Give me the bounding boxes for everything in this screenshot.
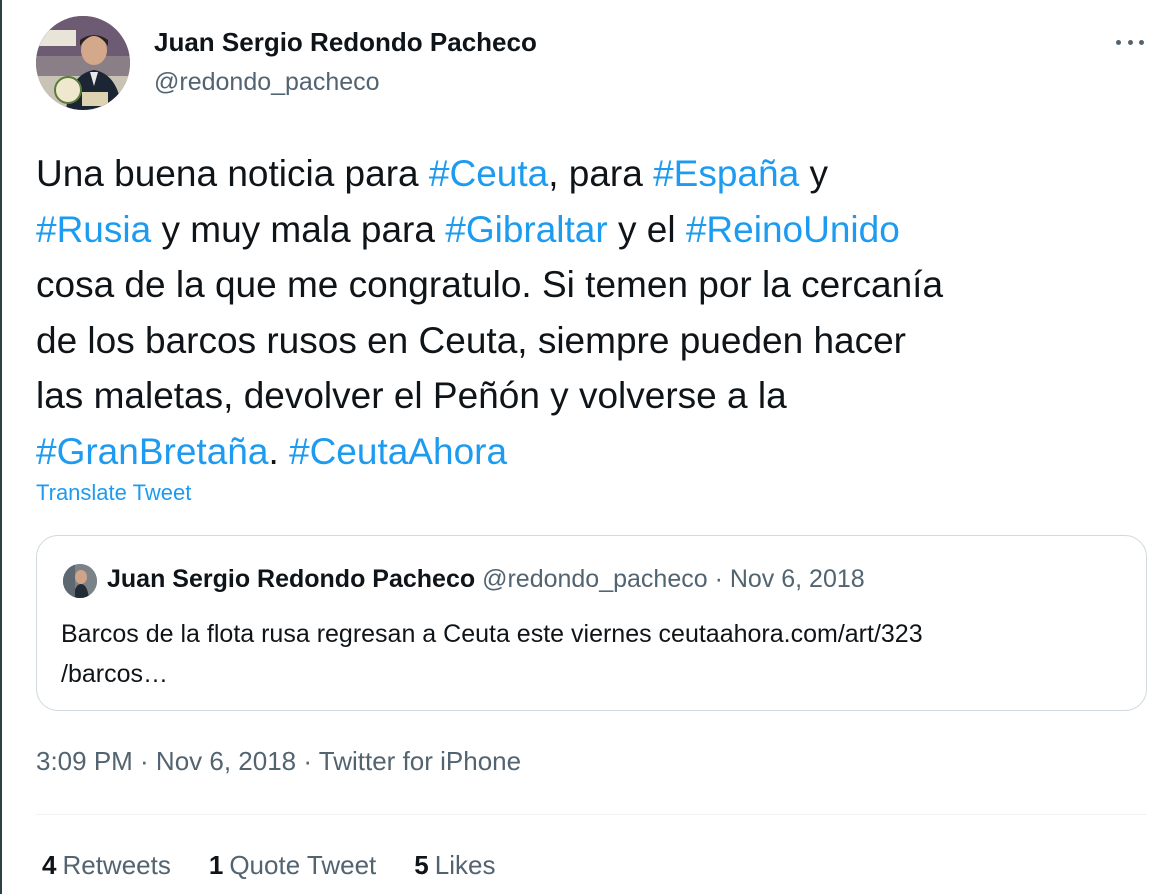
quoted-tweet[interactable]: Juan Sergio Redondo Pacheco @redondo_pac… (36, 535, 1147, 711)
hashtag-link[interactable]: #Gibraltar (445, 209, 607, 250)
likes-label: Likes (434, 850, 496, 880)
quoted-text: Barcos de la flota rusa regresan a Ceuta… (61, 620, 923, 688)
tweet-text-segment: y (809, 153, 828, 194)
hashtag-link[interactable]: #Rusia (36, 209, 151, 250)
divider (36, 814, 1147, 815)
quoted-author-name: Juan Sergio Redondo Pacheco (107, 565, 476, 593)
quoted-header: Juan Sergio Redondo Pacheco @redondo_pac… (107, 565, 865, 594)
tweet-timestamp[interactable]: 3:09 PM · Nov 6, 2018 · Twitter for iPho… (36, 746, 521, 777)
more-horizontal-icon-dot (1127, 39, 1133, 45)
hashtag-link[interactable]: #ReinoUnido (686, 209, 900, 250)
author-handle[interactable]: @redondo_pacheco (154, 68, 380, 97)
retweets-count: 4 (42, 850, 57, 880)
likes-stat[interactable]: 5 Likes (414, 850, 495, 881)
hashtag-link[interactable]: #España (653, 153, 799, 194)
author-name[interactable]: Juan Sergio Redondo Pacheco (154, 27, 537, 58)
tweet-text-segment: . (268, 430, 289, 472)
quote-tweets-stat[interactable]: 1 Quote Tweet (209, 850, 376, 881)
tweet-card: Juan Sergio Redondo Pacheco @redondo_pac… (0, 0, 1169, 894)
retweets-label: Retweets (62, 850, 171, 880)
quotes-label: Quote Tweet (229, 850, 377, 880)
translate-tweet-link[interactable]: Translate Tweet (36, 480, 191, 506)
more-options-button[interactable] (1110, 30, 1150, 54)
quotes-count: 1 (208, 850, 224, 880)
engagement-stats: 4 Retweets 1 Quote Tweet 5 Likes (42, 850, 533, 881)
tweet-text: Una buena noticia para #Ceuta, para #Esp… (36, 146, 1156, 479)
tweet-text-segment: , para (548, 153, 654, 194)
retweets-stat[interactable]: 4 Retweets (42, 850, 171, 881)
quoted-avatar-photo (63, 564, 97, 598)
likes-count: 5 (414, 850, 429, 880)
author-avatar[interactable] (36, 16, 130, 110)
tweet-text-segment: y el (607, 208, 686, 250)
tweet-text-segment: Una buena noticia para (36, 153, 429, 194)
avatar-photo (36, 16, 130, 110)
tweet-text-segment: y muy mala para (151, 208, 446, 250)
more-horizontal-icon (1116, 39, 1121, 45)
quoted-author-avatar (63, 564, 97, 598)
hashtag-link[interactable]: #GranBretaña (36, 431, 268, 472)
more-horizontal-icon-dot (1139, 39, 1144, 45)
hashtag-link[interactable]: #Ceuta (429, 153, 548, 194)
tweet-text-segment: cosa de la que me congratulo. Si temen p… (36, 264, 944, 416)
hashtag-link[interactable]: #CeutaAhora (289, 431, 507, 472)
quoted-meta: @redondo_pacheco · Nov 6, 2018 (475, 565, 865, 593)
